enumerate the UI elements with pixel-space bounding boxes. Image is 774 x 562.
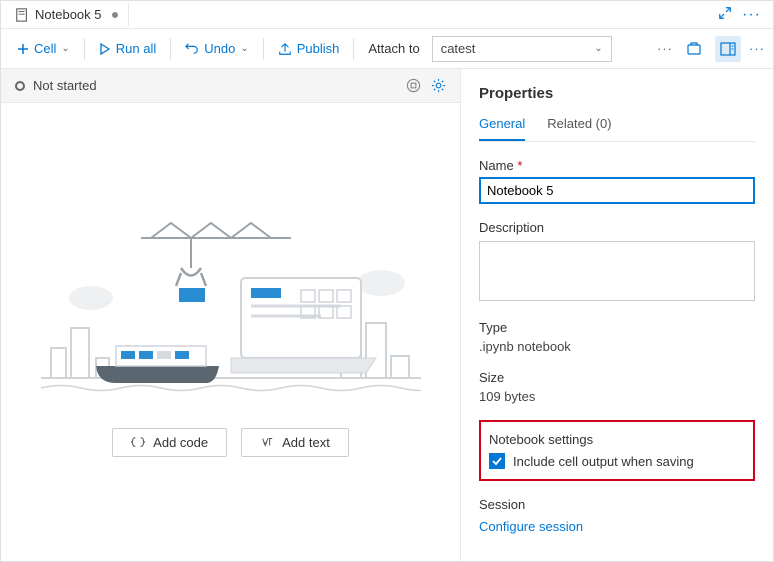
more-icon[interactable]: ··· [657,41,673,56]
code-icon [131,435,145,449]
unsaved-indicator-icon [112,12,118,18]
undo-button[interactable]: Undo ⌄ [177,37,256,60]
publish-label: Publish [297,41,340,56]
configure-session-link[interactable]: Configure session [479,519,583,534]
empty-illustration [41,208,421,408]
attach-to-select[interactable]: catest ⌄ [432,36,612,62]
text-icon [260,435,274,449]
main-area: Not started [1,69,773,561]
field-session: Session Configure session [479,497,755,534]
chevron-down-icon: ⌄ [594,43,602,54]
status-text: Not started [33,78,97,93]
add-code-button[interactable]: Add code [112,428,227,457]
undo-label: Undo [204,41,235,56]
notebook-icon [15,8,29,22]
properties-panel: Properties General Related (0) Name * De… [461,69,773,561]
include-output-checkbox[interactable] [489,453,505,469]
plus-icon [17,43,29,55]
run-all-label: Run all [116,41,156,56]
empty-state: Add code Add text [1,103,460,561]
notebook-tab[interactable]: Notebook 5 [5,3,129,26]
checkbox-label: Include cell output when saving [513,454,694,469]
cell-label: Cell [34,41,56,56]
field-name: Name * [479,158,755,204]
play-icon [99,43,111,55]
check-icon [492,456,502,466]
undo-icon [185,42,199,56]
add-cell-button[interactable]: Cell ⌄ [9,37,78,60]
size-label: Size [479,370,755,385]
size-value: 109 bytes [479,389,755,404]
description-input[interactable] [479,241,755,301]
properties-panel-icon[interactable] [715,36,741,62]
notebook-panel: Not started [1,69,461,561]
publish-icon [278,42,292,56]
name-label: Name * [479,158,755,173]
gear-icon[interactable] [431,78,446,93]
more-icon[interactable]: ··· [749,41,765,56]
expand-icon[interactable] [718,6,732,20]
settings-label: Notebook settings [489,432,745,447]
field-description: Description [479,220,755,304]
chevron-down-icon: ⌄ [240,43,248,54]
attach-label-text: Attach to [368,41,419,56]
variables-icon[interactable] [681,36,707,62]
tab-general[interactable]: General [479,116,525,141]
add-text-label: Add text [282,435,330,450]
session-label: Session [479,497,755,512]
run-all-button[interactable]: Run all [91,37,164,60]
description-label: Description [479,220,755,235]
tab-title: Notebook 5 [35,7,102,22]
status-dot-icon [15,81,25,91]
more-icon[interactable]: ··· [742,6,761,24]
field-type: Type .ipynb notebook [479,320,755,354]
tab-bar: Notebook 5 ··· [1,1,773,29]
tab-related[interactable]: Related (0) [547,116,611,141]
add-code-label: Add code [153,435,208,450]
chevron-down-icon: ⌄ [61,43,69,54]
type-label: Type [479,320,755,335]
status-bar: Not started [1,69,460,103]
stop-icon[interactable] [406,78,421,93]
add-text-button[interactable]: Add text [241,428,349,457]
notebook-settings-section: Notebook settings Include cell output wh… [479,420,755,481]
attach-value: catest [441,41,476,56]
field-size: Size 109 bytes [479,370,755,404]
properties-title: Properties [479,85,755,102]
toolbar: Cell ⌄ Run all Undo ⌄ Publish Attach to … [1,29,773,69]
type-value: .ipynb notebook [479,339,755,354]
publish-button[interactable]: Publish [270,37,348,60]
attach-to-label: Attach to [360,37,427,60]
name-input[interactable] [479,177,755,204]
properties-tabs: General Related (0) [479,116,755,142]
